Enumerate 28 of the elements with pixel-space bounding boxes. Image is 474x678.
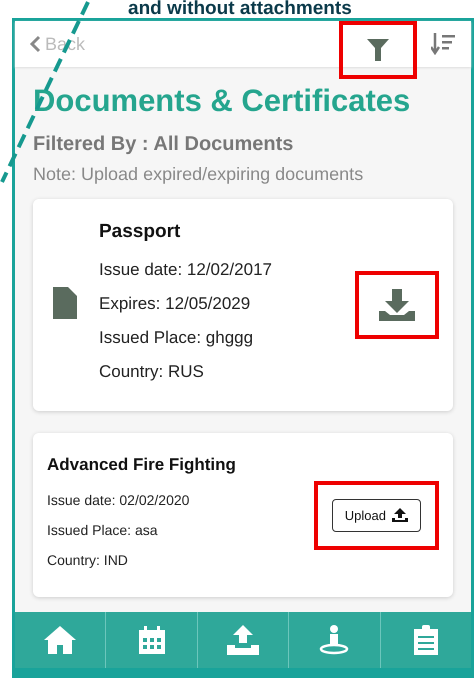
filter-icon <box>367 39 389 61</box>
document-detail: Country: RUS <box>99 361 205 383</box>
document-name: Advanced Fire Fighting <box>47 455 237 475</box>
document-detail: Issued Place: asa <box>47 521 159 540</box>
document-icon <box>53 286 77 318</box>
sort-icon <box>431 33 455 55</box>
upload-button[interactable]: Upload <box>332 498 421 532</box>
document-detail: Issue date: 02/02/2020 <box>47 491 190 510</box>
person-icon <box>319 625 350 655</box>
document-detail: Issue date: 12/02/2017 <box>99 259 273 281</box>
upload-button-area[interactable]: Upload <box>314 480 439 550</box>
filter-label: Filtered By : All Documents <box>33 133 294 156</box>
document-detail: Issued Place: ghggg <box>99 327 254 349</box>
home-icon <box>44 626 76 654</box>
download-icon <box>379 289 415 321</box>
document-name: Passport <box>99 221 182 243</box>
clipboard-icon <box>414 625 438 655</box>
document-detail: Country: IND <box>47 551 129 570</box>
page-title: Documents & Certificates <box>33 83 412 119</box>
filter-button[interactable] <box>339 21 417 79</box>
calendar-icon <box>138 626 165 654</box>
note-text: Note: Upload expired/expiring documents <box>33 164 364 185</box>
upload-icon <box>392 508 408 522</box>
chevron-left-icon <box>29 35 41 53</box>
document-detail: Expires: 12/05/2029 <box>99 293 252 315</box>
caption: and without attachments <box>127 0 353 18</box>
download-button[interactable] <box>355 271 439 339</box>
upload-icon <box>227 625 260 655</box>
